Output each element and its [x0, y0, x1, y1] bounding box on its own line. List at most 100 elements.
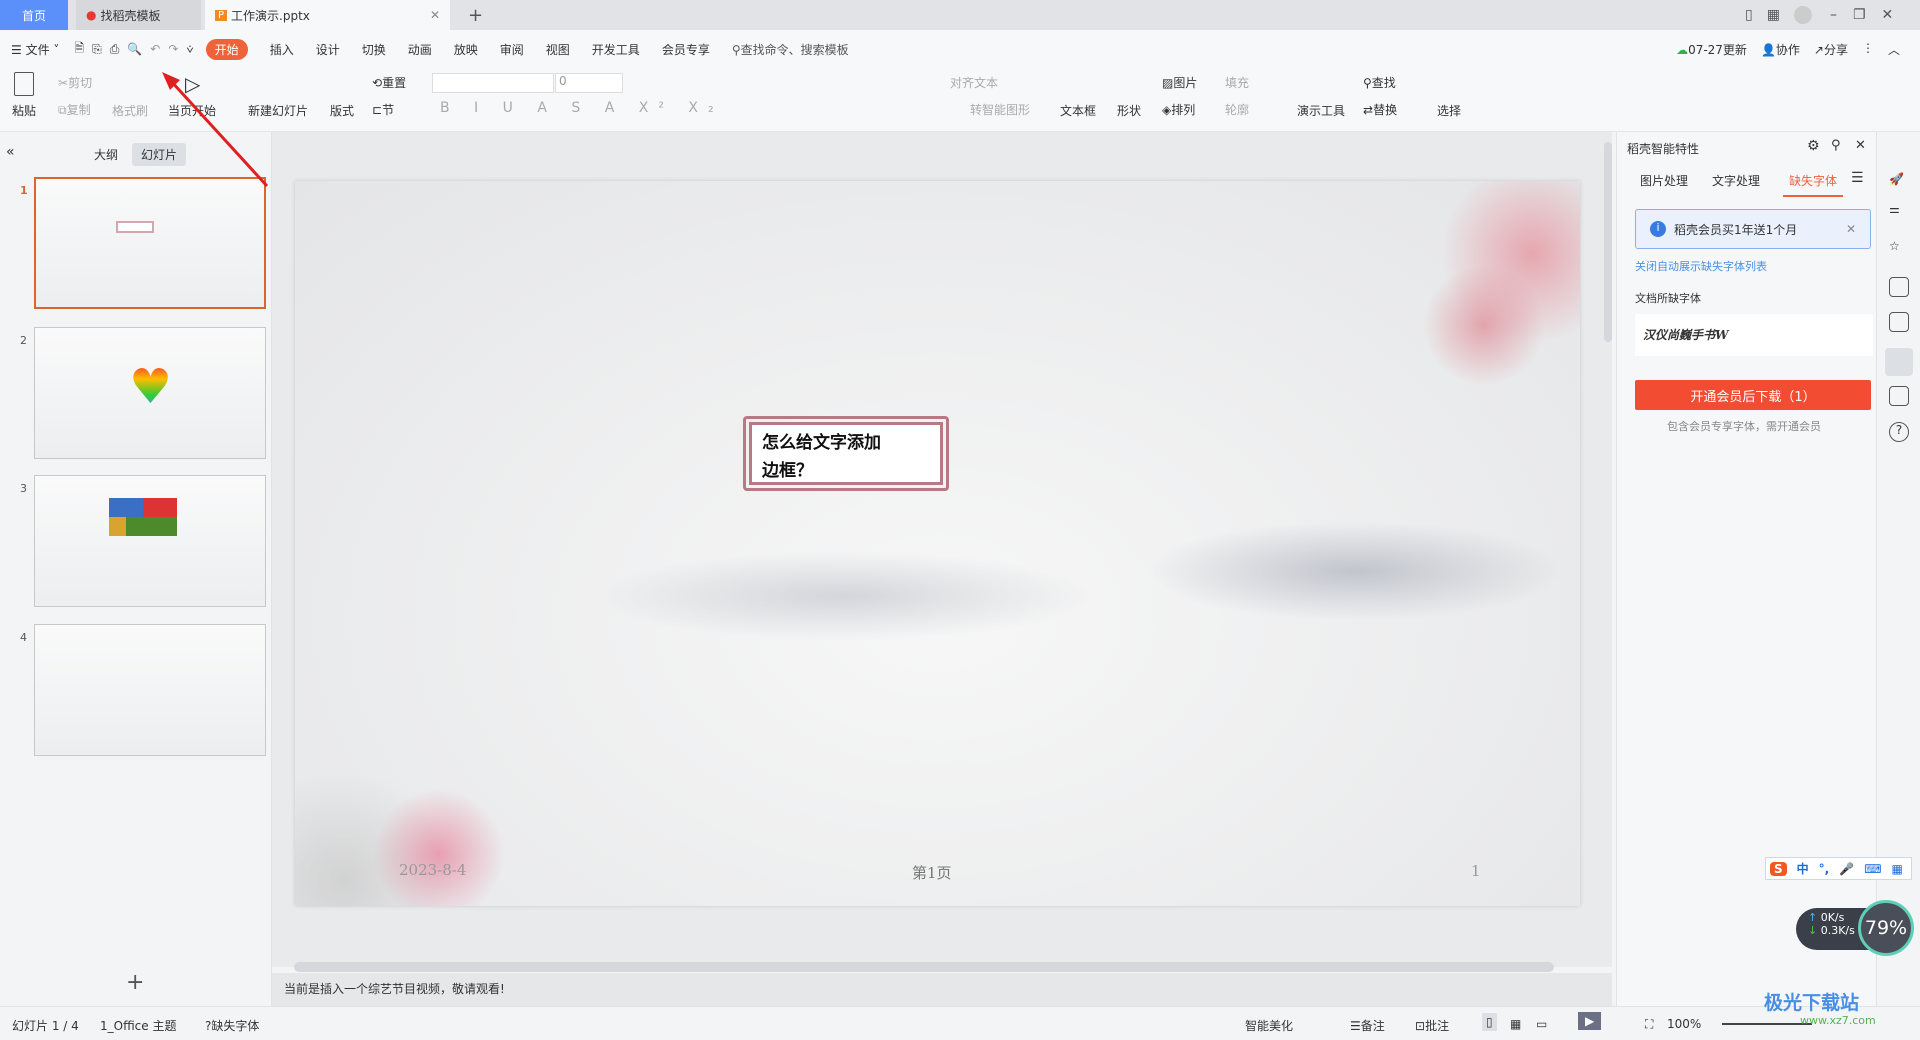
- slide-page-label: 第1页: [912, 864, 952, 882]
- find-button[interactable]: ⚲查找: [1363, 74, 1396, 91]
- missing-font-item[interactable]: 汉仪尚巍手书W: [1635, 314, 1873, 356]
- slide[interactable]: 怎么给文字添加 边框？ 2023-8-4 第1页 1: [295, 181, 1580, 906]
- title-text[interactable]: 怎么给文字添加 边框？: [749, 422, 943, 485]
- notes-button[interactable]: ☰备注: [1350, 1017, 1385, 1034]
- reading-view-icon[interactable]: ▭: [1536, 1017, 1547, 1031]
- tab-text-processing[interactable]: 文字处理: [1712, 172, 1760, 189]
- transition-icon[interactable]: [1889, 277, 1909, 297]
- layout-icon[interactable]: ▯: [1745, 7, 1753, 23]
- tab-image-processing[interactable]: 图片处理: [1640, 172, 1688, 189]
- font-style-buttons[interactable]: B I U A S A X² X₂: [440, 100, 724, 116]
- more-icon[interactable]: ⋮: [1862, 41, 1874, 58]
- normal-view-icon[interactable]: ▯: [1482, 1013, 1497, 1031]
- menu-tab-member[interactable]: 会员专享: [662, 41, 710, 58]
- close-panel-icon[interactable]: ✕: [1855, 138, 1866, 153]
- theme-name[interactable]: 1_Office 主题: [100, 1017, 176, 1034]
- slide-thumbnail-3[interactable]: [34, 475, 266, 607]
- smartart-button[interactable]: 转智能图形: [970, 101, 1030, 118]
- pin-icon[interactable]: ⚲: [1831, 138, 1841, 153]
- menu-icon[interactable]: ☰: [1851, 170, 1864, 186]
- slide-number: 3: [20, 482, 27, 495]
- panel-title[interactable]: 稻壳智能特性: [1627, 140, 1699, 157]
- missing-fonts-label: 文档所缺字体: [1635, 292, 1701, 305]
- vertical-scrollbar[interactable]: [1604, 142, 1612, 342]
- cloud-icon: ☁: [1676, 42, 1689, 57]
- align-text-button[interactable]: 对齐文本: [950, 74, 998, 91]
- rocket-icon[interactable]: 🚀: [1889, 172, 1909, 192]
- zoom-slider[interactable]: [1722, 1023, 1812, 1025]
- replace-button[interactable]: ⇄替换: [1363, 101, 1397, 118]
- update-button[interactable]: ☁07-27更新: [1676, 41, 1747, 58]
- notes-pane[interactable]: 当前是插入一个综艺节目视频，敬请观看!: [272, 973, 1612, 1006]
- menu-tab-animation[interactable]: 动画: [408, 41, 432, 58]
- search-placeholder: 查找命令、搜索模板: [740, 42, 849, 57]
- missing-font-status[interactable]: ?缺失字体: [205, 1017, 259, 1034]
- slide-thumbnail-2[interactable]: ♥: [34, 327, 266, 459]
- arrange-label: 排列: [1171, 103, 1196, 117]
- collapse-ribbon-icon[interactable]: ︿: [1888, 41, 1900, 58]
- ime-mode[interactable]: 中: [1797, 860, 1809, 877]
- punctuation-icon[interactable]: °,: [1819, 862, 1830, 876]
- ime-toolbar[interactable]: S 中 °, 🎤 ⌨ ▦: [1765, 857, 1912, 880]
- tab-missing-fonts[interactable]: 缺失字体: [1783, 172, 1844, 197]
- add-slide-button[interactable]: +: [126, 970, 144, 995]
- download-button[interactable]: 开通会员后下载（1）: [1635, 380, 1871, 410]
- menu-tab-review[interactable]: 审阅: [500, 41, 524, 58]
- font-size-select[interactable]: 0: [555, 73, 623, 93]
- share-label: 分享: [1823, 42, 1848, 57]
- title-textbox[interactable]: 怎么给文字添加 边框？: [743, 416, 949, 491]
- close-banner-icon[interactable]: ✕: [1846, 222, 1856, 236]
- slide-count: 幻灯片 1 / 4: [12, 1019, 79, 1033]
- star-icon[interactable]: ☆: [1889, 239, 1909, 259]
- new-tab-button[interactable]: +: [458, 0, 493, 30]
- minimize-icon[interactable]: –: [1830, 7, 1837, 23]
- fit-icon[interactable]: ⛶: [1645, 1017, 1653, 1032]
- beautify-button[interactable]: 智能美化: [1245, 1017, 1293, 1034]
- missing-font-label: 缺失字体: [211, 1019, 260, 1033]
- menu-tab-developer[interactable]: 开发工具: [592, 41, 640, 58]
- picture-button[interactable]: ▨图片: [1162, 74, 1197, 91]
- share-button[interactable]: ↗分享: [1814, 41, 1848, 58]
- status-bar: 幻灯片 1 / 4 1_Office 主题 ?缺失字体 智能美化 ☰备注 ⊡批注…: [0, 1006, 1920, 1040]
- horizontal-scrollbar[interactable]: [294, 962, 1554, 972]
- menu-tab-view[interactable]: 视图: [546, 41, 570, 58]
- mountain-decoration: [1145, 521, 1565, 621]
- mic-icon[interactable]: 🎤: [1839, 862, 1854, 876]
- outline-button[interactable]: 轮廓: [1225, 101, 1249, 118]
- slide-thumbnail-4[interactable]: [34, 624, 266, 756]
- window-controls: ▯ ▦ – ❐ ✕: [1735, 0, 1903, 30]
- close-icon[interactable]: ✕: [1882, 7, 1894, 23]
- collab-button[interactable]: 👤协作: [1761, 41, 1800, 58]
- help-icon[interactable]: ?: [1889, 422, 1909, 442]
- close-tab-icon[interactable]: ✕: [430, 8, 440, 22]
- textbox-button[interactable]: 文本框: [1060, 102, 1096, 119]
- settings-icon[interactable]: ⚙: [1807, 138, 1820, 154]
- sliders-icon[interactable]: ⚌: [1889, 202, 1909, 222]
- select-button[interactable]: 选择: [1437, 102, 1461, 119]
- gallery-icon[interactable]: [1889, 312, 1909, 332]
- flower-decoration: [295, 776, 535, 906]
- sorter-view-icon[interactable]: ▦: [1510, 1017, 1521, 1031]
- avatar[interactable]: [1793, 6, 1812, 24]
- zoom-level[interactable]: 100%: [1667, 1017, 1701, 1031]
- font-name-select[interactable]: [432, 73, 554, 93]
- presenter-tools-button[interactable]: 演示工具: [1297, 102, 1345, 119]
- smart-features-icon[interactable]: [1885, 348, 1913, 376]
- memory-usage-gauge[interactable]: 79%: [1858, 900, 1914, 956]
- apps-icon[interactable]: ▦: [1892, 862, 1903, 876]
- blossom-decoration: [1420, 181, 1580, 421]
- command-search[interactable]: ⚲查找命令、搜索模板: [732, 41, 849, 58]
- menu-tab-slideshow[interactable]: 放映: [454, 41, 478, 58]
- comments-button[interactable]: ⊡批注: [1415, 1017, 1449, 1034]
- close-auto-list-link[interactable]: 关闭自动展示缺失字体列表: [1635, 258, 1767, 274]
- keyboard-icon[interactable]: ⌨: [1864, 862, 1881, 876]
- comments-label: 批注: [1425, 1019, 1450, 1033]
- arrange-button[interactable]: ◈排列: [1162, 101, 1195, 118]
- sogou-icon: S: [1770, 861, 1787, 876]
- book-search-icon[interactable]: [1889, 386, 1909, 406]
- play-slideshow-button[interactable]: ▶: [1578, 1012, 1602, 1030]
- maximize-icon[interactable]: ❐: [1853, 7, 1866, 23]
- shape-button[interactable]: 形状: [1117, 102, 1141, 119]
- grid-icon[interactable]: ▦: [1767, 7, 1780, 23]
- fill-button[interactable]: 填充: [1225, 74, 1249, 91]
